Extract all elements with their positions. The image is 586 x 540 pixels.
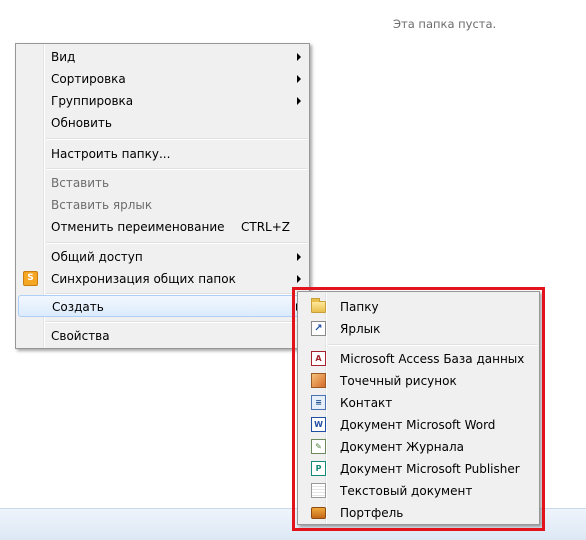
menu-item-sharing[interactable]: Общий доступ	[18, 246, 307, 268]
menu-item-label: Создать	[52, 300, 104, 314]
submenu-arrow-icon	[297, 275, 301, 283]
menu-item-label: Отменить переименование	[51, 220, 225, 234]
menu-item-label: Свойства	[51, 329, 110, 343]
submenu-arrow-icon	[297, 97, 301, 105]
menu-separator	[46, 242, 307, 244]
menu-item-properties[interactable]: Свойства	[18, 325, 307, 347]
menu-item-label: Общий доступ	[51, 250, 143, 264]
menu-item-sync-shared-folders[interactable]: S Синхронизация общих папок	[18, 268, 307, 290]
menu-separator	[46, 168, 307, 170]
menu-item-paste[interactable]: Вставить	[18, 172, 307, 194]
menu-item-new[interactable]: Создать	[18, 295, 307, 317]
menu-item-label: Сортировка	[51, 72, 126, 86]
submenu-arrow-icon	[297, 253, 301, 261]
menu-separator	[46, 321, 307, 323]
menu-item-refresh[interactable]: Обновить	[18, 112, 307, 134]
menu-item-label: Вставить ярлык	[51, 198, 153, 212]
menu-item-label: Обновить	[51, 116, 112, 130]
submenu-arrow-icon	[297, 75, 301, 83]
menu-item-label: Вставить	[51, 176, 110, 190]
menu-item-label: Вид	[51, 50, 76, 64]
menu-item-sort[interactable]: Сортировка	[18, 68, 307, 90]
menu-item-undo-rename[interactable]: Отменить переименование CTRL+Z	[18, 216, 307, 238]
empty-folder-message: Эта папка пуста.	[393, 17, 497, 31]
menu-item-paste-shortcut[interactable]: Вставить ярлык	[18, 194, 307, 216]
menu-item-view[interactable]: Вид	[18, 46, 307, 68]
annotation-highlight-frame	[292, 287, 545, 531]
sync-icon: S	[23, 271, 38, 286]
menu-item-label: Настроить папку...	[51, 147, 171, 161]
menu-item-label: Группировка	[51, 94, 134, 108]
shortcut-label: CTRL+Z	[240, 220, 290, 234]
menu-separator	[46, 138, 307, 140]
submenu-arrow-icon	[297, 53, 301, 61]
menu-item-customize-folder[interactable]: Настроить папку...	[18, 143, 307, 165]
context-menu: Вид Сортировка Группировка Обновить Наст…	[15, 43, 310, 349]
menu-item-label: Синхронизация общих папок	[51, 272, 236, 286]
menu-item-group[interactable]: Группировка	[18, 90, 307, 112]
